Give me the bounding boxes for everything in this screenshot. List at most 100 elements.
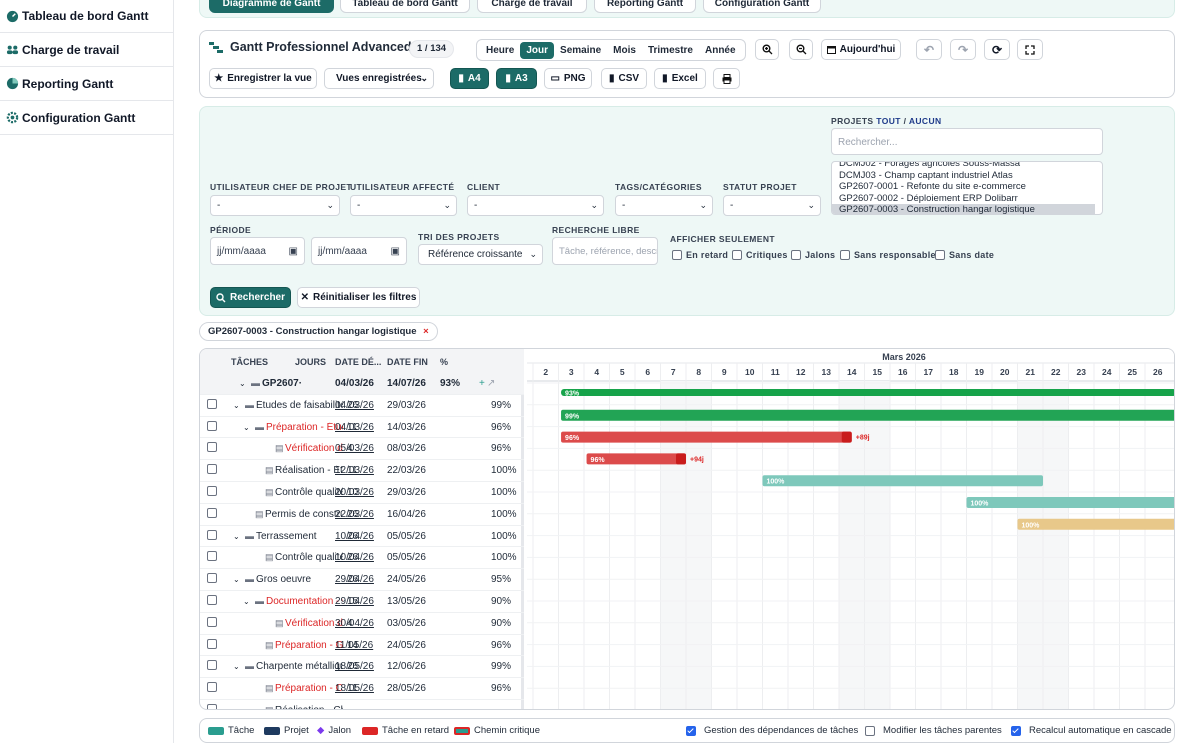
row-checkbox[interactable] [207,507,217,518]
checkbox[interactable] [732,250,742,260]
chevron-down-icon[interactable]: ⌄ [233,662,240,671]
task-start[interactable]: 10/04/26 [335,552,383,563]
chevron-down-icon[interactable]: ⌄ [233,575,240,584]
scale-year[interactable]: Année [699,42,742,59]
refresh-button[interactable]: ⟳ [984,39,1010,60]
row-checkbox[interactable] [207,464,217,475]
task-row[interactable]: ⌄ ▬ Terrassement 26 10/04/26 05/05/26 100% [200,526,524,548]
row-checkbox[interactable] [207,398,217,409]
undo-button[interactable]: ↶ [916,39,942,60]
task-start[interactable]: 04/03/26 [335,422,383,433]
task-row[interactable]: ▤Vérification déta405/03/2608/03/2696% [200,438,524,461]
export-png-button[interactable]: ▭ PNG [544,68,592,89]
chevron-down-icon[interactable]: ⌄ [233,401,240,410]
task-name[interactable]: Préparation - Étude [266,422,343,433]
period-end-input[interactable]: jj/mm/aaaa ▣ [311,237,407,265]
sort-select[interactable]: Référence croissante ⌄ [418,244,543,265]
task-name[interactable]: Gros oeuvre [256,574,343,585]
task-name[interactable]: Réalisation - Étude [275,465,343,476]
checkbox[interactable] [935,250,945,260]
row-checkbox[interactable] [207,551,217,562]
row-checkbox[interactable] [207,442,217,453]
tab-dashboard[interactable]: Tableau de bord Gantt [340,0,470,13]
today-button[interactable]: Aujourd'hui [821,39,901,60]
assigned-select[interactable]: - ⌄ [350,195,457,216]
scale-day[interactable]: Jour [520,41,555,59]
task-start[interactable]: 12/03/26 [335,465,383,476]
chevron-down-icon[interactable]: ⌄ [243,423,250,432]
fullscreen-button[interactable] [1017,39,1043,60]
task-start[interactable]: 10/04/26 [335,531,383,542]
redo-button[interactable]: ↷ [950,39,976,60]
export-a3-button[interactable]: ▮ A3 [496,68,537,89]
col-end[interactable]: DATE FIN [387,357,428,367]
project-option[interactable]: DCMJ02 - Forages agricoles Souss-Massa [832,162,1102,170]
task-start[interactable]: 18/05/26 [335,661,383,672]
reset-filters-button[interactable]: ✕ Réinitialiser les filtres [297,287,420,308]
select-none-link[interactable]: Aucun [909,116,942,126]
project-option-selected[interactable]: GP2607-0003 - Construction hangar logist… [832,204,1095,214]
project-option[interactable]: DCMJ03 - Champ captant industriel Atlas [832,170,1102,182]
task-row[interactable]: ⌄▬Préparation - Étude1104/03/2614/03/269… [200,417,524,439]
add-task-icon[interactable]: + [479,378,485,389]
row-checkbox[interactable] [207,486,217,496]
sidebar-item-dashboard[interactable]: Tableau de bord Gantt [0,0,173,33]
task-name[interactable]: Préparation - Charp [275,683,343,694]
open-project-icon[interactable]: ↗ [487,378,495,389]
task-start[interactable]: 18/05/26 [335,683,383,694]
task-row[interactable]: ⌄ ▬ Gros oeuvre 26 29/04/26 24/05/26 95% [200,569,524,591]
client-select[interactable]: - ⌄ [467,195,604,216]
task-row[interactable]: ▤Contrôle qualité - É1020/03/2629/03/261… [200,482,524,504]
filter-critical[interactable]: Critiques [732,250,788,260]
project-option[interactable]: GP2607-0001 - Refonte du site e-commerce [832,181,1102,193]
row-checkbox[interactable] [207,704,217,709]
task-row[interactable]: ▤Réalisation - Charp [200,700,524,709]
period-start-input[interactable]: jj/mm/aaaa ▣ [210,237,305,265]
pm-select[interactable]: - ⌄ [210,195,340,216]
task-start[interactable]: 29/04/26 [335,574,383,585]
task-row[interactable]: ⌄▬Études de faisabilité $2604/03/2629/03… [200,395,524,417]
toggle-cascade[interactable]: Recalcul automatique en cascade [1011,725,1172,736]
row-checkbox[interactable] [207,573,217,584]
scale-quarter[interactable]: Trimestre [642,42,699,59]
task-name[interactable]: Études de faisabilité $ [256,400,343,411]
checkbox-checked[interactable] [1011,725,1021,736]
search-button[interactable]: Rechercher [210,287,291,308]
print-button[interactable] [713,68,740,89]
filter-no-owner[interactable]: Sans responsable [840,250,936,260]
tags-select[interactable]: - ⌄ [615,195,713,216]
col-pct[interactable]: % [440,357,448,367]
task-start[interactable]: 04/03/26 [335,400,383,411]
tab-workload[interactable]: Charge de travail [477,0,587,13]
tab-diagram[interactable]: Diagramme de Gantt [209,0,334,13]
filter-late[interactable]: En retard [672,250,728,260]
scale-hour[interactable]: Heure [480,42,520,59]
scale-month[interactable]: Mois [607,42,642,59]
task-start[interactable]: 11/05/26 [335,640,383,651]
chevron-down-icon[interactable]: ⌄ [233,532,240,541]
free-search-input[interactable]: Tâche, référence, descri [552,237,658,265]
zoom-in-button[interactable] [755,39,779,60]
save-view-button[interactable]: ★ Enregistrer la vue [209,68,317,89]
project-search-input[interactable]: Rechercher... [831,128,1103,155]
task-name[interactable]: Charpente métallique [256,661,343,672]
task-row[interactable]: ⌄ ▬ Charpente métallique 26 18/05/26 12/06/26… [200,656,524,679]
chevron-down-icon[interactable]: ⌄ [243,597,250,606]
task-name[interactable]: Préparation - Gros [275,640,343,651]
project-multiselect[interactable]: DCMJ02 - Forages agricoles Souss-Massa D… [831,161,1103,215]
row-checkbox[interactable] [207,616,217,627]
task-start[interactable]: 05/03/26 [335,443,383,454]
col-days[interactable]: JOURS [295,357,326,367]
chip-close-icon[interactable]: × [423,326,429,337]
chevron-down-icon[interactable]: ⌄ [239,379,246,388]
checkbox-checked[interactable] [686,725,696,736]
saved-views-select[interactable]: Vues enregistrées ⌄ [324,68,434,89]
task-name[interactable]: GP2607· [262,378,343,389]
row-checkbox[interactable] [207,638,217,649]
toggle-parents[interactable]: Modifier les tâches parentes [865,725,1002,736]
sidebar-item-workload[interactable]: Charge de travail [0,33,173,67]
checkbox[interactable] [672,250,682,260]
project-row[interactable]: ⌄ ▬ GP2607· 04/03/26 14/07/26 93% + ↗ [200,373,524,395]
zoom-out-button[interactable] [789,39,813,60]
task-row[interactable]: ⌄ ▬ Documentation - G 15 29/04/26 13/05/26 90% [200,591,524,613]
